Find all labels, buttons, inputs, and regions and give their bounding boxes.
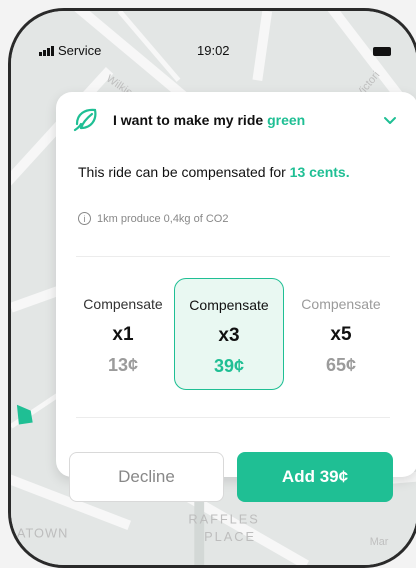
decline-button[interactable]: Decline [69, 452, 224, 502]
map-label-place: PLACE [204, 529, 256, 544]
status-left: Service [39, 43, 101, 58]
signal-icon [39, 45, 54, 56]
option-multiplier: x5 [330, 324, 352, 345]
phone-frame: Wilkie R Victori N CI ay ATOWN RAFFLES P… [8, 8, 416, 568]
map-label-raffles: RAFFLES [188, 511, 259, 526]
compensate-option-x5[interactable]: Compensate x5 65¢ [286, 278, 396, 390]
chevron-down-icon[interactable] [381, 111, 399, 129]
compensate-option-x1[interactable]: Compensate x1 13¢ [68, 278, 178, 390]
add-compensation-button[interactable]: Add 39¢ [237, 452, 393, 502]
card-header[interactable]: I want to make my ride green [73, 105, 403, 135]
option-label: Compensate [301, 296, 381, 312]
co2-info: i 1km produce 0,4kg of CO2 [78, 212, 228, 225]
battery-icon [373, 47, 391, 56]
status-bar: Service 19:02 [11, 39, 416, 65]
compensation-card: I want to make my ride green This ride c… [56, 92, 416, 502]
map-label-mar: Mar [370, 536, 389, 548]
map-label-atown: ATOWN [17, 525, 68, 540]
divider-bottom [76, 417, 390, 418]
option-label: Compensate [83, 296, 163, 312]
description-amount: 13 cents. [289, 164, 350, 180]
divider-top [76, 256, 390, 257]
co2-info-text: 1km produce 0,4kg of CO2 [97, 212, 229, 225]
description-text: This ride can be compensated for [78, 164, 290, 180]
option-multiplier: x3 [218, 325, 240, 346]
card-title-text: I want to make my ride [113, 112, 268, 128]
option-price: 13¢ [107, 355, 139, 375]
option-multiplier: x1 [112, 324, 134, 345]
card-title-accent: green [267, 112, 306, 128]
option-price: 39¢ [213, 356, 245, 376]
carrier-label: Service [58, 43, 102, 58]
option-price: 65¢ [325, 355, 357, 375]
leaf-icon [73, 108, 97, 132]
compensate-option-x3[interactable]: Compensate x3 39¢ [174, 278, 284, 390]
status-time: 19:02 [197, 43, 230, 58]
compensation-description: This ride can be compensated for 13 cent… [78, 164, 350, 180]
info-icon: i [78, 212, 91, 225]
card-title: I want to make my ride green [113, 112, 305, 128]
option-label: Compensate [189, 297, 269, 313]
